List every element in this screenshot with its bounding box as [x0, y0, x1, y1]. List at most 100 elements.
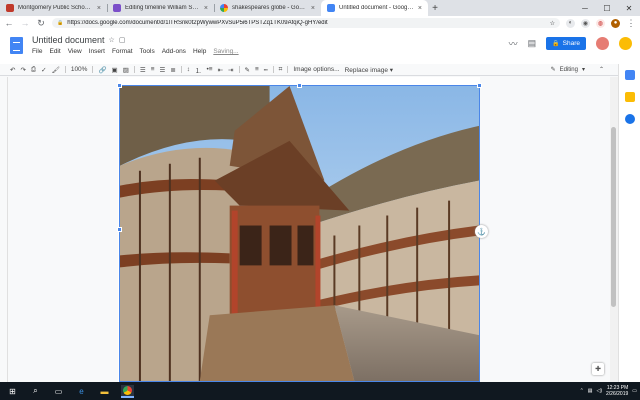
menu-addons[interactable]: Add-ons: [162, 48, 186, 55]
browser-tab[interactable]: Editing timeline William Shakesp ×: [107, 0, 214, 16]
keep-icon[interactable]: [625, 92, 635, 102]
clock-date: 2/26/2019: [606, 391, 629, 397]
browser-tab-active[interactable]: Untitled document - Google Doc ×: [321, 0, 428, 16]
maximize-button[interactable]: ☐: [596, 4, 618, 13]
browser-tab[interactable]: Montgomery Public Schools - St ×: [0, 0, 107, 16]
notifications-icon[interactable]: ▭: [632, 388, 637, 394]
window-close-button[interactable]: ✕: [618, 4, 640, 13]
align-center-icon[interactable]: ≡: [151, 66, 155, 73]
zoom-select[interactable]: 100%: [71, 66, 88, 73]
clock[interactable]: 12:23 PM 2/26/2019: [606, 385, 628, 397]
divider: [64, 66, 66, 73]
comment-add-icon[interactable]: ▣: [112, 66, 118, 74]
browser-tab[interactable]: shakespeares globe - Google Se ×: [214, 0, 321, 16]
network-icon[interactable]: ▤: [588, 388, 593, 394]
chevron-down-icon: ▾: [581, 67, 585, 73]
resize-handle[interactable]: [297, 83, 302, 88]
task-view-icon[interactable]: ▭: [52, 385, 65, 398]
share-button[interactable]: 🔒 Share: [546, 37, 586, 50]
school-icon: [6, 4, 14, 12]
docs-logo-icon[interactable]: [10, 37, 23, 54]
vertical-ruler[interactable]: [0, 77, 8, 382]
resize-handle[interactable]: [117, 83, 122, 88]
crop-icon[interactable]: ⌗: [279, 66, 283, 74]
save-status[interactable]: Saving...: [213, 48, 238, 55]
insert-image-icon[interactable]: ▨: [123, 66, 129, 74]
border-dash-icon[interactable]: ┅: [264, 66, 268, 74]
extension-icon[interactable]: ◉: [581, 18, 590, 28]
divider: [133, 66, 135, 73]
border-weight-icon[interactable]: ≡: [255, 66, 259, 73]
url-text[interactable]: https://docs.google.com/document/d/1lTRS…: [67, 20, 545, 26]
menu-format[interactable]: Format: [112, 48, 133, 55]
chrome-icon[interactable]: [121, 384, 134, 398]
document-title[interactable]: Untitled document: [32, 35, 105, 45]
tab-title: Untitled document - Google Doc: [339, 5, 414, 11]
scrollbar-thumb[interactable]: [611, 127, 616, 307]
align-justify-icon[interactable]: ≣: [170, 66, 175, 74]
explore-icon[interactable]: ✚: [592, 363, 604, 375]
star-icon[interactable]: ☆: [109, 36, 115, 44]
calendar-icon[interactable]: [625, 70, 635, 80]
close-icon[interactable]: ×: [204, 5, 208, 12]
system-tray: ⌃ ▤ ◁) 12:23 PM 2/26/2019 ▭: [580, 385, 640, 397]
numbered-list-icon[interactable]: ⒈: [195, 65, 202, 75]
account-avatar[interactable]: [619, 37, 632, 50]
edge-icon[interactable]: e: [75, 385, 88, 398]
extension-icon[interactable]: ◐: [566, 18, 575, 28]
folder-icon[interactable]: ▢: [119, 36, 126, 44]
new-tab-button[interactable]: +: [428, 3, 442, 14]
forward-icon[interactable]: →: [20, 18, 30, 28]
image-content: [120, 86, 479, 381]
extension-icon[interactable]: ◍: [596, 18, 605, 28]
close-icon[interactable]: ×: [97, 5, 101, 12]
file-explorer-icon[interactable]: ▬: [98, 385, 111, 398]
address-bar[interactable]: 🔒 https://docs.google.com/document/d/1lT…: [52, 18, 560, 28]
document-canvas[interactable]: ⚓: [8, 77, 610, 382]
print-icon[interactable]: ⎙: [31, 66, 36, 74]
increase-indent-icon[interactable]: ⇥: [228, 66, 233, 74]
side-panel: [618, 64, 640, 382]
paint-format-icon[interactable]: 🖌: [52, 66, 60, 74]
browser-menu-icon[interactable]: ⋮: [626, 18, 636, 29]
undo-icon[interactable]: ↶: [10, 66, 15, 74]
menu-insert[interactable]: Insert: [89, 48, 105, 55]
resize-handle[interactable]: [477, 83, 482, 88]
globe-theatre-image[interactable]: [119, 85, 480, 382]
collapse-toolbar-icon[interactable]: ⌃: [599, 66, 604, 73]
link-icon[interactable]: 🔗: [98, 66, 106, 74]
comments-icon[interactable]: ▤: [528, 38, 537, 49]
menu-tools[interactable]: Tools: [140, 48, 155, 55]
line-spacing-icon[interactable]: ↕: [187, 66, 190, 73]
windows-start-icon[interactable]: ⊞: [6, 385, 19, 398]
menu-view[interactable]: View: [68, 48, 82, 55]
chevron-up-icon[interactable]: ⌃: [580, 388, 584, 394]
resize-handle[interactable]: [117, 227, 122, 232]
activity-icon[interactable]: 〰: [509, 37, 518, 50]
replace-image-button[interactable]: Replace image ▾: [345, 66, 393, 74]
spellcheck-icon[interactable]: ✓: [41, 66, 46, 74]
menu-file[interactable]: File: [32, 48, 42, 55]
redo-icon[interactable]: ↷: [20, 66, 25, 74]
minimize-button[interactable]: ─: [574, 4, 596, 13]
image-anchor-icon[interactable]: ⚓: [475, 225, 488, 238]
close-icon[interactable]: ×: [311, 5, 315, 12]
align-left-icon[interactable]: ☰: [140, 66, 146, 74]
back-icon[interactable]: ←: [4, 18, 14, 28]
border-color-icon[interactable]: ✎: [245, 66, 250, 74]
user-avatar[interactable]: [596, 37, 609, 50]
tasks-icon[interactable]: [625, 114, 635, 124]
close-icon[interactable]: ×: [418, 5, 422, 12]
menu-edit[interactable]: Edit: [49, 48, 60, 55]
align-right-icon[interactable]: ☰: [159, 66, 165, 74]
reload-icon[interactable]: ↻: [36, 18, 46, 29]
image-options-button[interactable]: Image options...: [293, 66, 339, 73]
search-icon[interactable]: ⌕: [29, 385, 42, 398]
decrease-indent-icon[interactable]: ⇤: [218, 66, 223, 74]
profile-avatar[interactable]: ●: [611, 18, 620, 28]
bulleted-list-icon[interactable]: •≡: [207, 66, 213, 73]
bookmark-star-icon[interactable]: ☆: [550, 20, 555, 27]
vertical-scrollbar[interactable]: [610, 77, 618, 382]
volume-icon[interactable]: ◁): [597, 388, 603, 394]
menu-help[interactable]: Help: [193, 48, 206, 55]
